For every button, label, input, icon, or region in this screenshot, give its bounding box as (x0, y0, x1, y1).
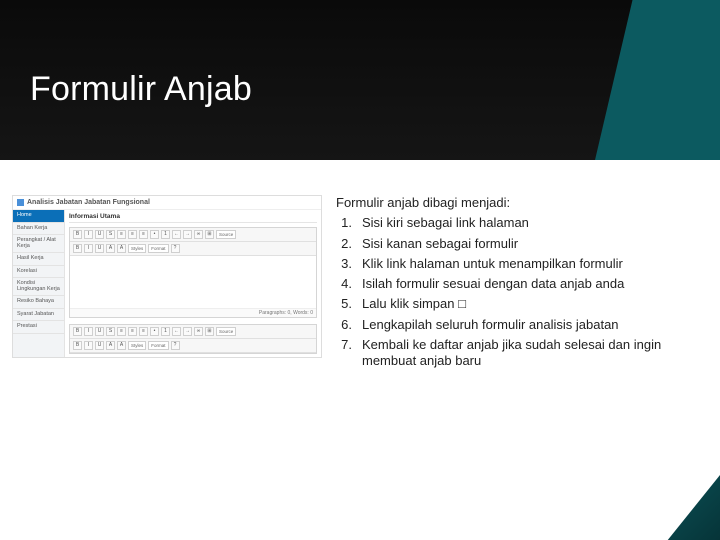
toolbar-button[interactable]: ≡ (117, 230, 126, 239)
slide-title: Formulir Anjab (30, 70, 252, 109)
list-item: 1.Sisi kiri sebagai link halaman (336, 215, 700, 231)
toolbar-button[interactable]: I (84, 327, 93, 336)
slide-header: Formulir Anjab (0, 0, 720, 160)
sidebar-item[interactable]: Hasil Kerja (13, 253, 64, 266)
editor-textarea[interactable] (70, 256, 316, 308)
divider (69, 222, 317, 223)
editor-toolbar-2: BIUAAStylesFormat? (70, 339, 316, 353)
editor-toolbar-2: BIUAAStylesFormat? (70, 242, 316, 256)
toolbar-button[interactable]: • (150, 230, 159, 239)
toolbar-button[interactable]: B (73, 341, 82, 350)
list-item: 3.Klik link halaman untuk menampilkan fo… (336, 256, 700, 272)
toolbar-button[interactable]: S (106, 327, 115, 336)
app-titlebar: Analisis Jabatan Jabatan Fungsional (13, 196, 321, 210)
app-main: Informasi Utama BIUS≡≡≡•1←→∞⊞Source BIUA… (65, 210, 321, 357)
instruction-list: 1.Sisi kiri sebagai link halaman 2.Sisi … (336, 215, 700, 369)
toolbar-button[interactable]: A (117, 341, 126, 350)
toolbar-button[interactable]: ← (172, 230, 181, 239)
toolbar-button[interactable]: A (117, 244, 126, 253)
sidebar-item[interactable]: Kondisi Lingkungan Kerja (13, 278, 64, 296)
list-item: 6.Lengkapilah seluruh formulir analisis … (336, 317, 700, 333)
toolbar-button[interactable]: • (150, 327, 159, 336)
list-item: 5.Lalu klik simpan □ (336, 296, 700, 312)
toolbar-button[interactable]: 1 (161, 327, 170, 336)
toolbar-button[interactable]: U (95, 327, 104, 336)
toolbar-button[interactable]: A (106, 341, 115, 350)
toolbar-button[interactable]: I (84, 230, 93, 239)
styles-select[interactable]: Styles (128, 341, 146, 350)
editor-toolbar: BIUS≡≡≡•1←→∞⊞Source (70, 325, 316, 339)
list-item: 2.Sisi kanan sebagai formulir (336, 236, 700, 252)
toolbar-button[interactable]: U (95, 244, 104, 253)
editor-status: Paragraphs: 0, Words: 0 (70, 308, 316, 317)
toolbar-button[interactable]: ⊞ (205, 230, 214, 239)
toolbar-button[interactable]: → (183, 327, 192, 336)
app-icon (17, 199, 24, 206)
rich-text-editor-2: BIUS≡≡≡•1←→∞⊞Source BIUAAStylesFormat? (69, 324, 317, 354)
toolbar-button[interactable]: ≡ (128, 327, 137, 336)
toolbar-button[interactable]: B (73, 230, 82, 239)
toolbar-button[interactable]: B (73, 244, 82, 253)
sidebar-item[interactable]: Prestasi (13, 321, 64, 334)
toolbar-button[interactable]: B (73, 327, 82, 336)
toolbar-button[interactable]: ⊞ (205, 327, 214, 336)
sidebar-item[interactable]: Syarat Jabatan (13, 309, 64, 322)
toolbar-button[interactable]: 1 (161, 230, 170, 239)
toolbar-button[interactable]: U (95, 230, 104, 239)
app-title: Analisis Jabatan Jabatan Fungsional (27, 199, 150, 206)
format-select[interactable]: Format (148, 341, 168, 350)
toolbar-button[interactable]: S (106, 230, 115, 239)
embedded-screenshot: Analisis Jabatan Jabatan Fungsional Home… (12, 195, 322, 373)
source-button[interactable]: Source (216, 230, 236, 239)
toolbar-button[interactable]: → (183, 230, 192, 239)
corner-accent (625, 475, 720, 540)
sidebar-item[interactable]: Resiko Bahaya (13, 296, 64, 309)
toolbar-button[interactable]: I (84, 341, 93, 350)
sidebar-item[interactable]: Bahan Kerja (13, 223, 64, 236)
list-item: 4.Isilah formulir sesuai dengan data anj… (336, 276, 700, 292)
list-item: 7.Kembali ke daftar anjab jika sudah sel… (336, 337, 700, 370)
header-accent (595, 0, 720, 160)
toolbar-button[interactable]: I (84, 244, 93, 253)
app-frame: Analisis Jabatan Jabatan Fungsional Home… (12, 195, 322, 358)
sidebar-item[interactable]: Home (13, 210, 64, 223)
rich-text-editor-1: BIUS≡≡≡•1←→∞⊞Source BIUAAStylesFormat? P… (69, 227, 317, 318)
instruction-text: Formulir anjab dibagi menjadi: 1.Sisi ki… (336, 195, 700, 373)
toolbar-button[interactable]: ← (172, 327, 181, 336)
toolbar-button[interactable]: ≡ (139, 327, 148, 336)
sidebar-item[interactable]: Perangkat / Alat Kerja (13, 235, 64, 253)
toolbar-button[interactable]: ≡ (117, 327, 126, 336)
slide-content: Analisis Jabatan Jabatan Fungsional Home… (0, 160, 720, 393)
toolbar-button[interactable]: ≡ (139, 230, 148, 239)
styles-select[interactable]: Styles (128, 244, 146, 253)
intro-line: Formulir anjab dibagi menjadi: (336, 195, 700, 211)
editor-toolbar: BIUS≡≡≡•1←→∞⊞Source (70, 228, 316, 242)
format-select[interactable]: Format (148, 244, 168, 253)
source-button[interactable]: Source (216, 327, 236, 336)
toolbar-button[interactable]: ? (171, 341, 180, 350)
app-sidebar: Home Bahan Kerja Perangkat / Alat Kerja … (13, 210, 65, 357)
info-heading: Informasi Utama (69, 213, 317, 220)
sidebar-item[interactable]: Korelasi (13, 266, 64, 279)
toolbar-button[interactable]: ∞ (194, 327, 203, 336)
toolbar-button[interactable]: A (106, 244, 115, 253)
toolbar-button[interactable]: ? (171, 244, 180, 253)
toolbar-button[interactable]: ∞ (194, 230, 203, 239)
toolbar-button[interactable]: ≡ (128, 230, 137, 239)
toolbar-button[interactable]: U (95, 341, 104, 350)
